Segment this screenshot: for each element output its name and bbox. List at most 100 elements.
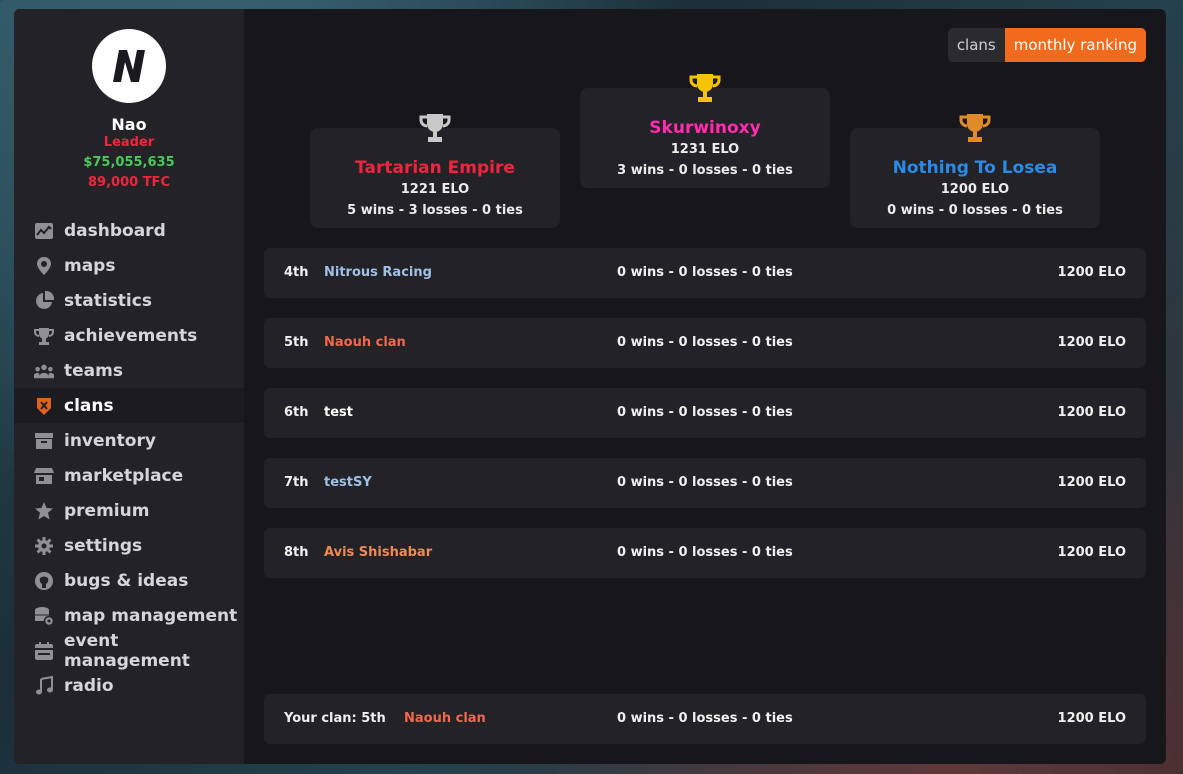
profile-role: Leader xyxy=(103,135,155,150)
clan-elo: 1200 ELO xyxy=(1057,335,1126,350)
chart-icon xyxy=(34,221,54,241)
map-pin-icon xyxy=(34,256,54,276)
ranking-row[interactable]: 5th Naouh clan 0 wins - 0 losses - 0 tie… xyxy=(264,318,1146,368)
sidebar-item-map-management[interactable]: map management xyxy=(14,598,244,633)
your-clan-row[interactable]: Your clan: 5th Naouh clan 0 wins - 0 los… xyxy=(264,694,1146,744)
sidebar-item-label: inventory xyxy=(64,430,156,451)
trophy-icon xyxy=(34,326,54,346)
app-window: Nao Leader $75,055,635 89,000 TFC dashbo… xyxy=(14,9,1166,764)
store-icon xyxy=(34,466,54,486)
clan-elo: 1200 ELO xyxy=(1057,405,1126,420)
sidebar: Nao Leader $75,055,635 89,000 TFC dashbo… xyxy=(14,9,244,764)
clan-name[interactable]: Avis Shishabar xyxy=(324,528,432,578)
clan-record: 0 wins - 0 losses - 0 ties xyxy=(617,265,793,280)
inventory-box-icon xyxy=(34,431,54,451)
rank-position: 5th xyxy=(284,335,309,350)
star-icon xyxy=(34,501,54,521)
podium-record: 3 wins - 0 losses - 0 ties xyxy=(617,163,793,178)
sidebar-item-bugs-ideas[interactable]: bugs & ideas xyxy=(14,563,244,598)
profile-tfc: 89,000 TFC xyxy=(88,175,170,190)
podium-clan-name[interactable]: Tartarian Empire xyxy=(310,158,560,178)
clan-name[interactable]: testSY xyxy=(324,458,372,508)
clan-elo: 1200 ELO xyxy=(1057,265,1126,280)
sidebar-nav: dashboard maps statistics achievements t… xyxy=(14,213,244,703)
profile-name: Nao xyxy=(111,115,147,134)
sidebar-item-dashboard[interactable]: dashboard xyxy=(14,213,244,248)
sidebar-item-maps[interactable]: maps xyxy=(14,248,244,283)
podium-first[interactable]: Skurwinoxy 1231 ELO 3 wins - 0 losses - … xyxy=(580,74,830,188)
sidebar-item-achievements[interactable]: achievements xyxy=(14,318,244,353)
clan-name[interactable]: test xyxy=(324,388,353,438)
sidebar-item-settings[interactable]: settings xyxy=(14,528,244,563)
sidebar-item-statistics[interactable]: statistics xyxy=(14,283,244,318)
sidebar-item-label: settings xyxy=(64,535,143,556)
podium-elo: 1200 ELO xyxy=(940,182,1010,197)
bronze-trophy-icon xyxy=(850,112,1100,144)
sidebar-item-teams[interactable]: teams xyxy=(14,353,244,388)
podium-third[interactable]: Nothing To Losea 1200 ELO 0 wins - 0 los… xyxy=(850,114,1100,228)
clan-name[interactable]: Naouh clan xyxy=(324,318,406,368)
rank-position: 6th xyxy=(284,405,309,420)
ranking-row[interactable]: 6th test 0 wins - 0 losses - 0 ties 1200… xyxy=(264,388,1146,438)
sidebar-item-marketplace[interactable]: marketplace xyxy=(14,458,244,493)
users-icon xyxy=(34,361,54,381)
clan-elo: 1200 ELO xyxy=(1057,475,1126,490)
clan-record: 0 wins - 0 losses - 0 ties xyxy=(617,545,793,560)
main-content: clans monthly ranking Tartarian Empire 1… xyxy=(244,9,1166,764)
podium-record: 5 wins - 3 losses - 0 ties xyxy=(347,203,523,218)
clan-name[interactable]: Nitrous Racing xyxy=(324,248,432,298)
sidebar-item-premium[interactable]: premium xyxy=(14,493,244,528)
clan-name[interactable]: Naouh clan xyxy=(404,694,486,744)
ranking-row[interactable]: 8th Avis Shishabar 0 wins - 0 losses - 0… xyxy=(264,528,1146,578)
gold-trophy-icon xyxy=(580,72,830,104)
sidebar-item-label: dashboard xyxy=(64,220,166,241)
sidebar-item-event-management[interactable]: event management xyxy=(14,630,244,671)
sidebar-item-label: marketplace xyxy=(64,465,184,486)
sidebar-item-label: clans xyxy=(64,395,114,416)
rank-position: 7th xyxy=(284,475,309,490)
sidebar-item-label: premium xyxy=(64,500,150,521)
sidebar-item-label: radio xyxy=(64,675,114,696)
sidebar-item-label: bugs & ideas xyxy=(64,570,189,591)
clan-elo: 1200 ELO xyxy=(1057,711,1126,726)
ranking-row[interactable]: 7th testSY 0 wins - 0 losses - 0 ties 12… xyxy=(264,458,1146,508)
sidebar-item-label: map management xyxy=(64,605,238,626)
n-logo-icon xyxy=(113,50,145,82)
sidebar-item-label: statistics xyxy=(64,290,152,311)
clan-record: 0 wins - 0 losses - 0 ties xyxy=(617,335,793,350)
clan-record: 0 wins - 0 losses - 0 ties xyxy=(617,405,793,420)
pie-chart-icon xyxy=(34,290,54,311)
sidebar-item-label: achievements xyxy=(64,325,198,346)
clan-shield-icon xyxy=(34,396,54,416)
calendar-icon xyxy=(34,641,54,661)
silver-trophy-icon xyxy=(310,112,560,144)
tab-clans[interactable]: clans xyxy=(948,28,1005,62)
podium-elo: 1231 ELO xyxy=(670,142,740,157)
sidebar-item-label: event management xyxy=(64,630,190,671)
podium-record: 0 wins - 0 losses - 0 ties xyxy=(887,203,1063,218)
sidebar-item-inventory[interactable]: inventory xyxy=(14,423,244,458)
podium-clan-name[interactable]: Skurwinoxy xyxy=(580,118,830,138)
github-icon xyxy=(34,571,54,591)
clan-elo: 1200 ELO xyxy=(1057,545,1126,560)
sidebar-item-label: maps xyxy=(64,255,116,276)
sidebar-item-label: teams xyxy=(64,360,123,381)
music-note-icon xyxy=(34,675,54,696)
avatar[interactable] xyxy=(92,29,166,103)
ranking-tabs: clans monthly ranking xyxy=(947,28,1146,62)
podium-elo: 1221 ELO xyxy=(400,182,470,197)
database-gear-icon xyxy=(34,606,54,626)
gear-icon xyxy=(34,536,54,556)
clan-record: 0 wins - 0 losses - 0 ties xyxy=(617,475,793,490)
profile-money: $75,055,635 xyxy=(83,155,175,170)
clan-record: 0 wins - 0 losses - 0 ties xyxy=(617,711,793,726)
sidebar-item-radio[interactable]: radio xyxy=(14,668,244,703)
ranking-row[interactable]: 4th Nitrous Racing 0 wins - 0 losses - 0… xyxy=(264,248,1146,298)
podium-second[interactable]: Tartarian Empire 1221 ELO 5 wins - 3 los… xyxy=(310,114,560,228)
sidebar-item-clans[interactable]: clans xyxy=(14,388,244,423)
podium-clan-name[interactable]: Nothing To Losea xyxy=(850,158,1100,178)
rank-position: 4th xyxy=(284,265,309,280)
rank-position: 8th xyxy=(284,545,309,560)
tab-monthly-ranking[interactable]: monthly ranking xyxy=(1004,28,1146,62)
your-clan-label: Your clan: 5th xyxy=(284,711,386,726)
